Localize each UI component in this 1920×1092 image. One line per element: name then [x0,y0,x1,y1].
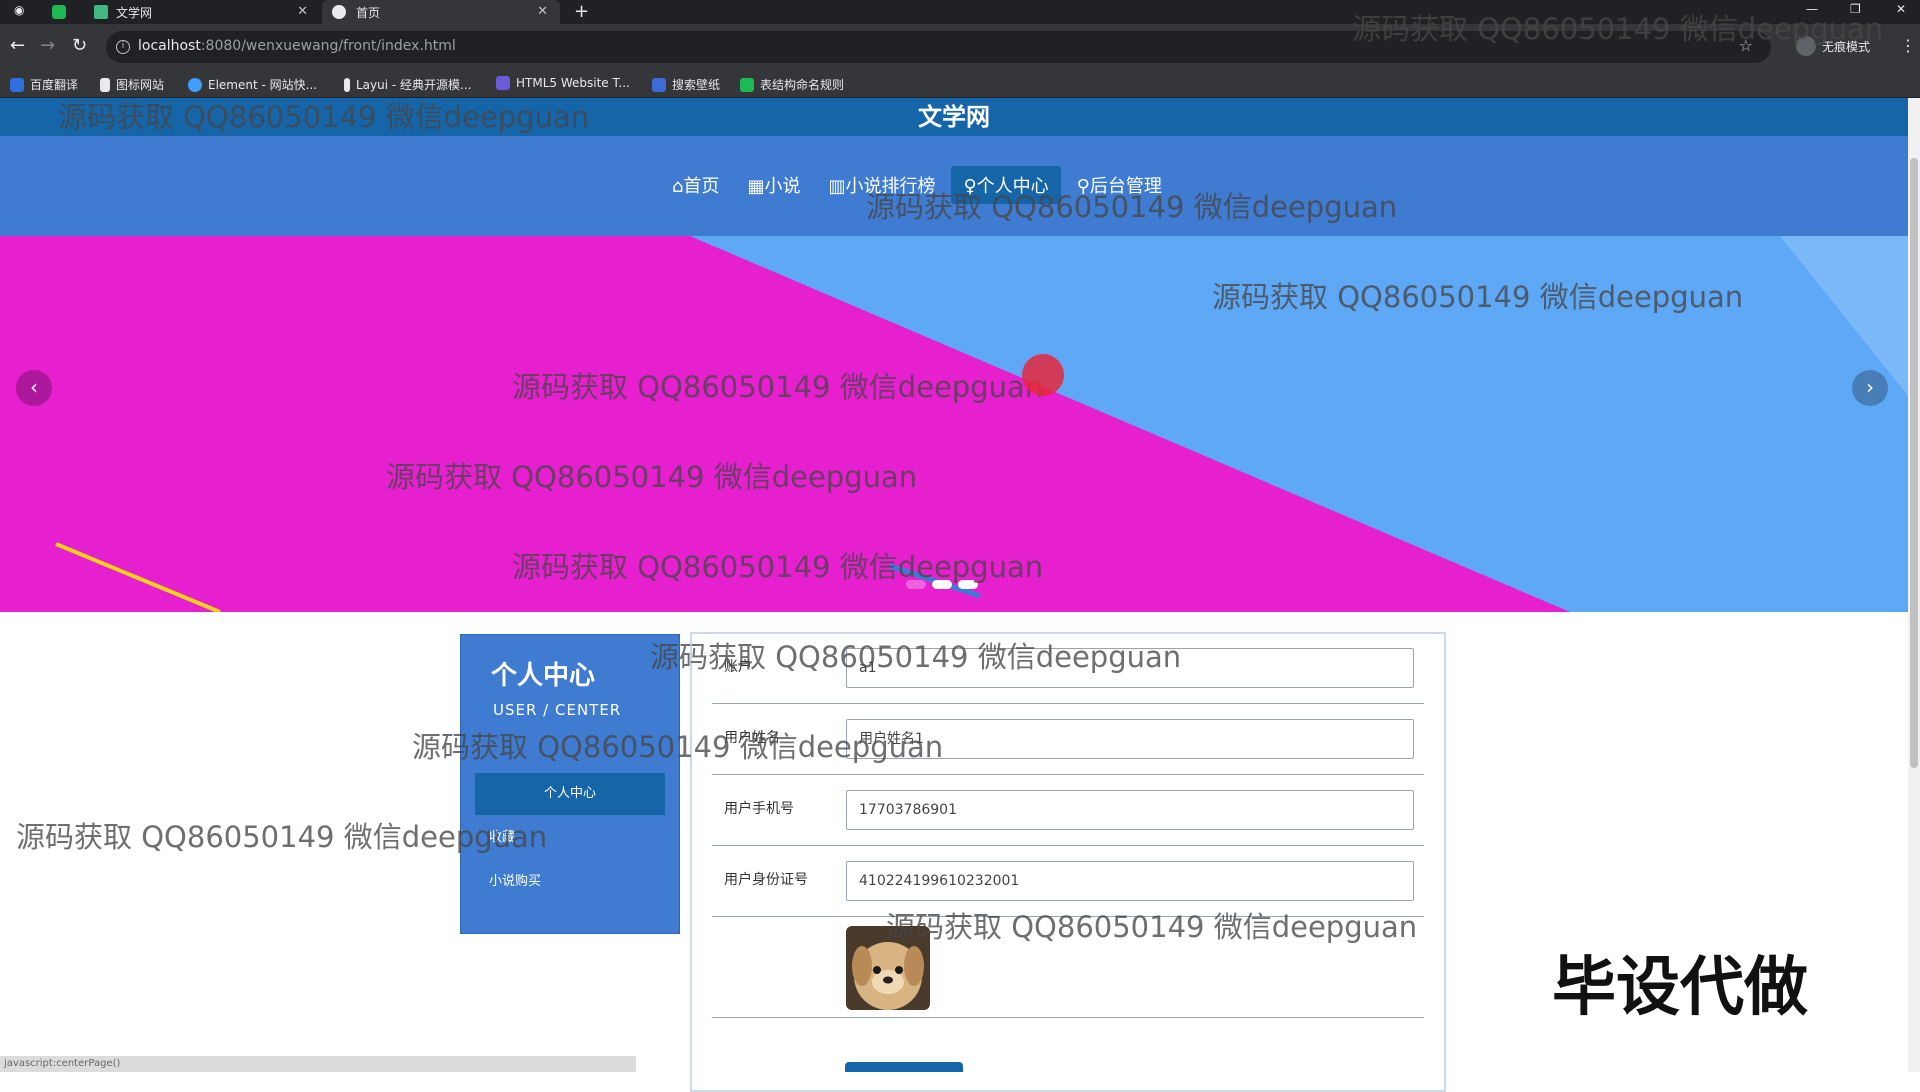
watermark: 源码获取 QQ86050149 微信deepguan [1212,280,1744,314]
sidebar-title: 个人中心 [491,661,596,691]
watermark: 源码获取 QQ86050149 微信deepguan [866,190,1398,224]
element-icon [188,77,202,92]
watermark: 源码获取 QQ86050149 微信deepguan [512,550,1044,584]
form-row-phone: 用户手机号 17703786901 [712,776,1424,846]
browser-menu-icon[interactable]: ◉ [14,3,24,17]
html5-icon [496,76,510,90]
tab-home[interactable]: 首页 ✕ [322,0,560,24]
sidebar-subtitle: USER / CENTER [493,701,622,719]
id-number-input[interactable]: 410224199610232001 [846,861,1414,901]
bookmark-item[interactable]: 表结构命名规则 [740,76,844,93]
wallpaper-icon [652,77,666,92]
profile-form: 账户 a1 用户姓名 用户姓名1 用户手机号 17703786901 用户身份证… [690,632,1446,1092]
flag-icon [100,77,110,92]
phone-input[interactable]: 17703786901 [846,790,1414,830]
nav-home[interactable]: ⌂首页 [660,166,731,204]
watermark: 源码获取 QQ86050149 微信deepguan [512,370,1044,404]
vue-icon [94,5,108,19]
watermark: 源码获取 QQ86050149 微信deepguan [1352,12,1884,46]
submit-button[interactable] [845,1062,963,1072]
forward-icon[interactable]: → [40,35,55,56]
tab-wenxuewang[interactable]: 文学网 ✕ [84,0,320,24]
id-number-label: 用户身份证号 [724,872,808,888]
close-icon[interactable]: ✕ [297,4,308,19]
watermark: 源码获取 QQ86050149 微信deepguan [386,460,918,494]
cursor-highlight [1022,354,1064,396]
new-tab-icon[interactable]: + [574,1,589,22]
window-close-icon[interactable]: ✕ [1896,2,1906,16]
close-icon[interactable]: ✕ [537,4,548,19]
pinned-tab-icon[interactable] [52,5,66,19]
user-center-sidebar: 个人中心 USER / CENTER 个人中心 收藏 小说购买 [460,634,680,934]
back-icon[interactable]: ← [10,35,25,56]
promo-text: 毕设代做 [1552,951,1808,1025]
sheet-icon [740,77,754,92]
watermark: 源码获取 QQ86050149 微信deepguan [58,100,590,134]
translate-icon [10,77,24,92]
scrollbar-thumb[interactable] [1910,158,1918,768]
tab-title: 文学网 [116,5,153,20]
bookmark-item[interactable]: HTML5 Website T... [496,76,630,90]
url-text: localhost:8080/wenxuewang/front/index.ht… [138,38,456,54]
watermark: 源码获取 QQ86050149 微信deepguan [650,640,1182,674]
bookmark-item[interactable]: Element - 网站快... [188,76,317,93]
page-scrollbar[interactable] [1908,98,1920,1072]
bookmark-item[interactable]: 图标网站 [100,76,164,93]
bookmark-item[interactable]: Layui - 经典开源模... [344,76,471,93]
carousel-prev-button[interactable]: ‹ [16,370,52,406]
watermark: 源码获取 QQ86050149 微信deepguan [412,730,944,764]
bookmark-item[interactable]: 百度翻译 [10,76,78,93]
bookmark-item[interactable]: 搜索壁纸 [652,76,720,93]
sidebar-item-purchases[interactable]: 小说购买 [475,861,665,903]
tab-title: 首页 [356,5,381,20]
sidebar-item-user-center[interactable]: 个人中心 [475,773,665,815]
nav-novels[interactable]: ▦小说 [735,166,812,204]
status-bar: javascript:centerPage() [0,1056,636,1072]
reload-icon[interactable]: ↻ [72,35,87,56]
info-icon[interactable]: i [116,40,130,54]
watermark: 源码获取 QQ86050149 微信deepguan [886,910,1418,944]
layui-icon [344,77,350,92]
more-menu-icon[interactable]: ⋮ [1900,36,1916,55]
globe-icon [332,5,346,19]
phone-label: 用户手机号 [724,801,794,817]
watermark: 源码获取 QQ86050149 微信deepguan [16,820,548,854]
carousel-next-button[interactable]: › [1852,370,1888,406]
